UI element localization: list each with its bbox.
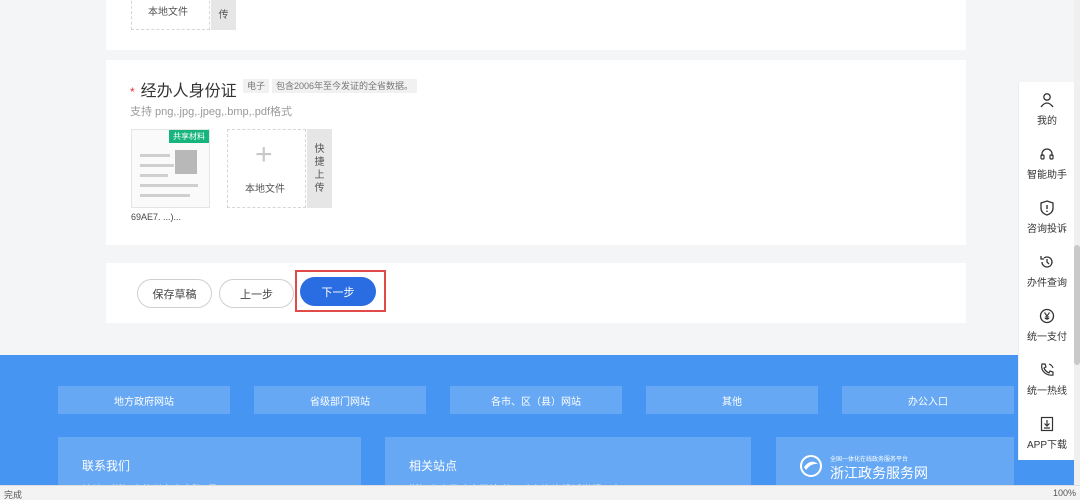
- sidebar-item-app-download[interactable]: APP下载: [1019, 406, 1075, 460]
- quick-upload-button[interactable]: 快 捷 上 传: [307, 129, 332, 208]
- page-scrollbar[interactable]: [1074, 0, 1080, 485]
- related-title: 相关站点: [409, 459, 458, 473]
- sidebar-label: 统一热线: [1027, 385, 1067, 397]
- footer-link-provincial-dept[interactable]: 省级部门网站: [254, 386, 426, 414]
- plus-icon: +: [255, 138, 273, 171]
- prev-upload-label: 本地文件: [148, 7, 188, 18]
- brand-emblem-icon: [800, 455, 822, 477]
- user-icon: [1040, 92, 1054, 107]
- sidebar-label: 办件查询: [1027, 277, 1067, 289]
- sidebar-label: 我的: [1037, 115, 1057, 127]
- prev-step-button[interactable]: 上一步: [219, 279, 294, 308]
- right-sidebar: 我的 智能助手 咨询投诉 办件查询 统一支付 统一热线 APP下载: [1018, 82, 1074, 460]
- id-photo: [175, 150, 197, 174]
- sidebar-item-mine[interactable]: 我的: [1019, 82, 1075, 136]
- highlight-box: [295, 270, 386, 312]
- brand-name: 浙江政务服务网: [830, 465, 928, 481]
- footer-link-city-county[interactable]: 各市、区（县）网站: [450, 386, 622, 414]
- footer-link-other[interactable]: 其他: [646, 386, 818, 414]
- sidebar-item-assistant[interactable]: 智能助手: [1019, 136, 1075, 190]
- doc-line: [140, 184, 198, 187]
- contact-title: 联系我们: [82, 459, 131, 473]
- format-hint: 支持 png,.jpg,.jpeg,.bmp,.pdf格式: [130, 106, 293, 118]
- sidebar-label: 智能助手: [1027, 169, 1067, 181]
- zoom-level[interactable]: 100%: [1053, 488, 1076, 498]
- uploaded-file-thumbnail[interactable]: 共享材料: [131, 129, 210, 208]
- doc-line: [140, 164, 174, 167]
- download-icon: [1040, 416, 1054, 431]
- prev-quick-upload[interactable]: 传: [211, 0, 236, 30]
- quick-upload-label: 快 捷 上 传: [314, 143, 325, 194]
- sidebar-item-hotline[interactable]: 统一热线: [1019, 352, 1075, 406]
- field-title: * 经办人身份证: [130, 77, 237, 101]
- sidebar-label: 统一支付: [1027, 331, 1067, 343]
- shield-icon: [1040, 199, 1054, 216]
- sidebar-item-payment[interactable]: 统一支付: [1019, 298, 1075, 352]
- uploaded-file-name: 69AE7. ...)...: [131, 212, 182, 222]
- browser-status-bar: 完成 100%: [0, 485, 1080, 500]
- phone-icon: [1041, 362, 1054, 376]
- scrollbar-thumb[interactable]: [1074, 245, 1080, 365]
- footer-link-local-gov[interactable]: 地方政府网站: [58, 386, 230, 414]
- local-upload-label: 本地文件: [245, 184, 285, 195]
- required-mark: *: [130, 85, 135, 99]
- sidebar-label: 咨询投诉: [1027, 223, 1067, 235]
- doc-line: [140, 174, 168, 177]
- headset-icon: [1040, 147, 1054, 160]
- prev-quick-upload-label: 传: [218, 9, 229, 21]
- shared-material-badge: 共享材料: [169, 130, 209, 143]
- status-text: 完成: [4, 490, 23, 500]
- sidebar-item-query[interactable]: 办件查询: [1019, 244, 1075, 298]
- sidebar-item-complaint[interactable]: 咨询投诉: [1019, 190, 1075, 244]
- field-title-text: 经办人身份证: [140, 83, 237, 100]
- brand-tagline: 全国一体化在线政务服务平台: [830, 457, 909, 463]
- save-draft-button[interactable]: 保存草稿: [137, 279, 212, 308]
- tag-description: 包含2006年至今发证的全省数据。: [272, 79, 418, 93]
- doc-line: [140, 154, 170, 157]
- sidebar-label: APP下载: [1026, 439, 1067, 451]
- footer-link-office[interactable]: 办公入口: [842, 386, 1014, 414]
- prev-local-upload[interactable]: 本地文件: [131, 0, 210, 30]
- tag-type: 电子: [243, 79, 270, 93]
- doc-line: [140, 194, 190, 197]
- history-icon: [1040, 255, 1053, 268]
- yen-icon: [1039, 308, 1055, 323]
